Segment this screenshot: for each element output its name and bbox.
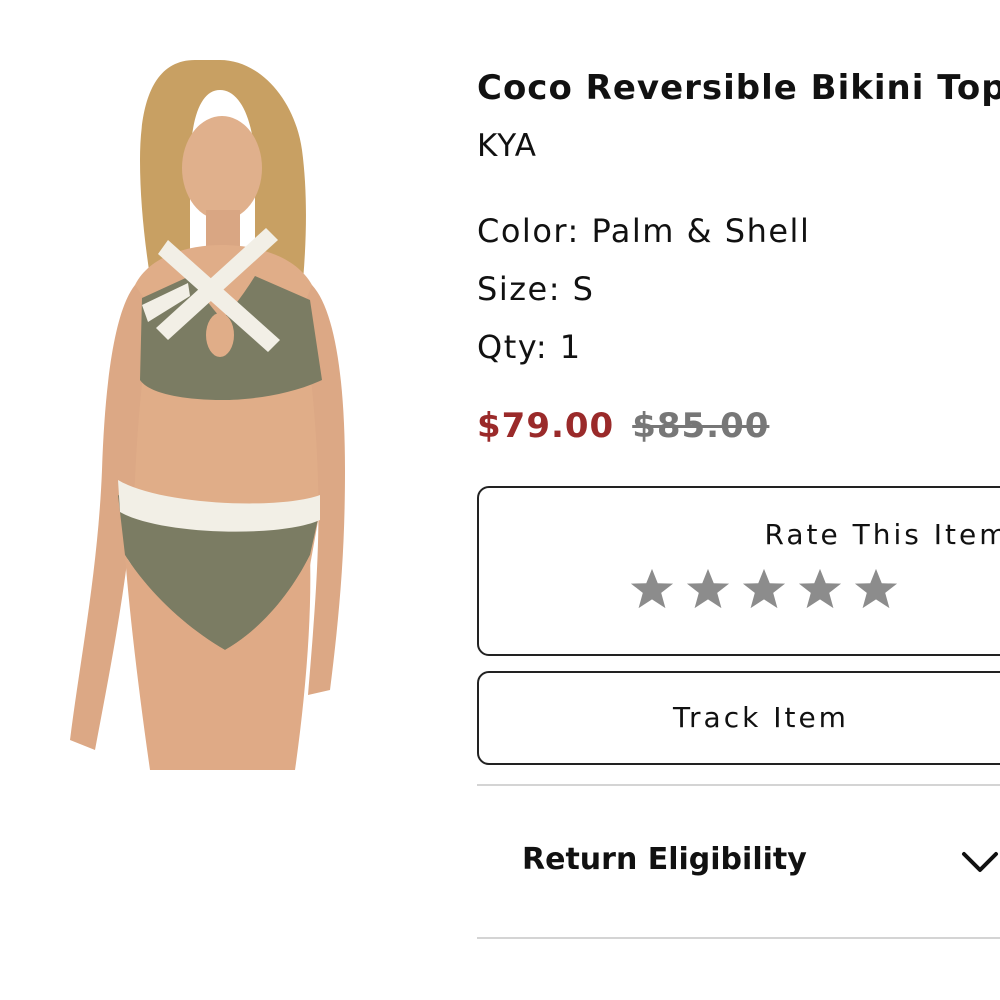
order-item-page: Coco Reversible Bikini Top KYA Color: Pa…: [0, 0, 1000, 1000]
product-quantity: Qty: 1: [477, 328, 582, 366]
product-brand[interactable]: KYA: [477, 128, 537, 164]
star-icon[interactable]: [853, 566, 899, 612]
product-details: Coco Reversible Bikini Top KYA Color: Pa…: [477, 0, 1000, 1000]
sale-price: $79.00: [477, 406, 615, 446]
divider: [477, 937, 1000, 939]
star-icon[interactable]: [741, 566, 787, 612]
product-image: [40, 50, 390, 770]
return-eligibility-toggle[interactable]: Return Eligibility: [477, 786, 1000, 936]
original-price: $85.00: [632, 406, 770, 446]
rate-item-label: Rate This Item: [764, 518, 1000, 551]
product-title: Coco Reversible Bikini Top: [477, 68, 1000, 108]
product-size: Size: S: [477, 270, 595, 308]
rate-item-card: Rate This Item: [477, 486, 1000, 656]
return-eligibility-label: Return Eligibility: [522, 842, 807, 877]
track-item-label: Track Item: [673, 701, 849, 734]
price-group: $79.00 $85.00: [477, 406, 769, 446]
track-item-button[interactable]: Track Item: [477, 671, 1000, 765]
star-icon[interactable]: [797, 566, 843, 612]
product-color: Color: Palm & Shell: [477, 212, 811, 250]
star-rating: [629, 566, 899, 612]
chevron-down-icon[interactable]: [960, 846, 1000, 878]
star-icon[interactable]: [685, 566, 731, 612]
star-icon[interactable]: [629, 566, 675, 612]
